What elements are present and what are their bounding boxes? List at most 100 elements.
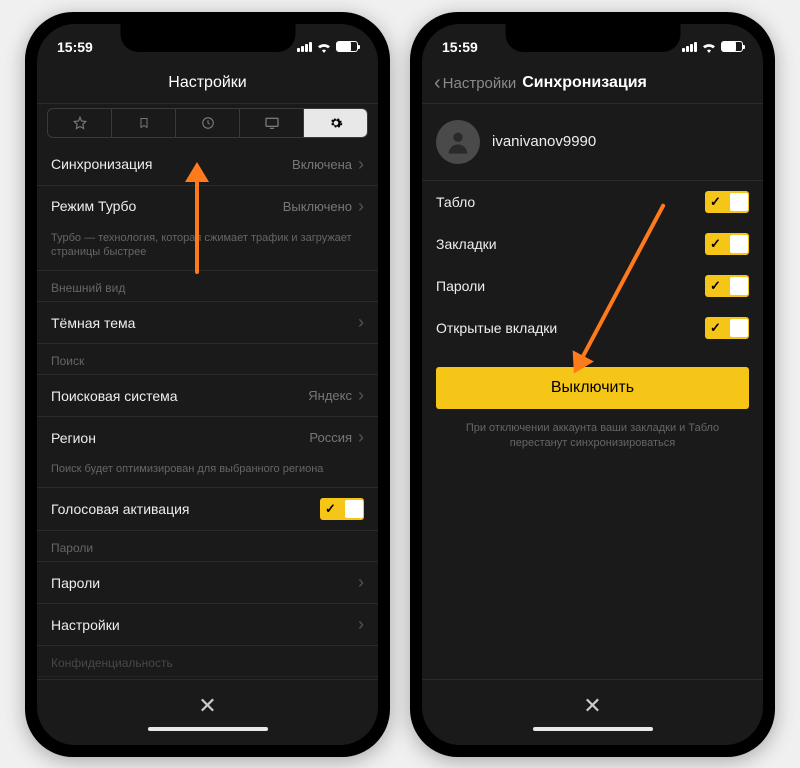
tabs-toggle[interactable]: ✓ <box>705 317 749 339</box>
disable-note: При отключении аккаунта ваши закладки и … <box>422 421 763 452</box>
clock-icon <box>201 116 215 130</box>
row-voice-activation[interactable]: Голосовая активация ✓ <box>37 488 378 531</box>
wifi-icon <box>316 41 332 53</box>
search-description: Поиск будет оптимизирован для выбранного… <box>37 458 378 488</box>
check-icon: ✓ <box>710 194 721 210</box>
row-value: Яндекс› <box>308 385 364 406</box>
tab-devices[interactable] <box>240 109 304 137</box>
row-passwords: Пароли ✓ <box>422 265 763 307</box>
status-indicators <box>682 41 743 53</box>
disable-button[interactable]: Выключить <box>436 367 749 409</box>
home-indicator[interactable] <box>533 727 653 731</box>
chevron-right-icon: › <box>358 196 364 217</box>
row-label: Табло <box>436 194 475 210</box>
screen-left: 15:59 Настройки <box>37 24 378 745</box>
tab-settings[interactable] <box>304 109 367 137</box>
row-label: Настройки <box>51 617 120 633</box>
bookmark-icon <box>138 116 150 130</box>
row-dark-theme[interactable]: Тёмная тема › <box>37 302 378 344</box>
tablo-toggle[interactable]: ✓ <box>705 191 749 213</box>
star-icon <box>73 116 87 130</box>
toggle-knob <box>730 277 748 295</box>
home-indicator[interactable] <box>148 727 268 731</box>
annotation-arrow-up <box>195 164 199 274</box>
close-button[interactable]: ✕ <box>583 693 601 719</box>
chevron-right-icon: › <box>358 385 364 406</box>
row-label: Тёмная тема <box>51 315 135 331</box>
turbo-description: Турбо — технология, которая сжимает траф… <box>37 227 378 272</box>
tab-history[interactable] <box>176 109 240 137</box>
section-appearance: Внешний вид <box>37 271 378 302</box>
section-search: Поиск <box>37 344 378 375</box>
username: ivanivanov9990 <box>492 133 596 150</box>
chevron-right-icon: › <box>358 427 364 448</box>
check-icon: ✓ <box>710 236 721 252</box>
row-accessory: › <box>358 312 364 333</box>
tab-favorites[interactable] <box>48 109 112 137</box>
passwords-toggle[interactable]: ✓ <box>705 275 749 297</box>
person-icon <box>444 128 472 156</box>
row-accessory: › <box>358 614 364 635</box>
toggle-knob <box>730 319 748 337</box>
chevron-left-icon: ‹ <box>434 73 441 93</box>
battery-icon <box>336 41 358 52</box>
status-indicators <box>297 41 358 53</box>
chevron-right-icon: › <box>358 614 364 635</box>
nav-header: ‹Настройки Синхронизация <box>422 64 763 104</box>
tab-bookmarks[interactable] <box>112 109 176 137</box>
toggle-knob <box>730 193 748 211</box>
row-value: Россия› <box>309 427 364 448</box>
phone-right: 15:59 ‹Настройки Синхронизация ivanivano… <box>410 12 775 757</box>
cellular-icon <box>682 42 697 52</box>
notch <box>120 24 295 52</box>
phone-left: 15:59 Настройки <box>25 12 390 757</box>
wifi-icon <box>701 41 717 53</box>
cellular-icon <box>297 42 312 52</box>
status-time: 15:59 <box>442 39 478 55</box>
notch <box>505 24 680 52</box>
row-label: Режим Турбо <box>51 198 136 214</box>
chevron-right-icon: › <box>358 154 364 175</box>
row-label: Поисковая система <box>51 388 178 404</box>
bottom-bar: ✕ <box>422 679 763 745</box>
row-bookmarks: Закладки ✓ <box>422 223 763 265</box>
chevron-right-icon: › <box>358 572 364 593</box>
row-value: Включена› <box>292 154 364 175</box>
back-button[interactable]: ‹Настройки <box>434 73 516 93</box>
page-title: Синхронизация <box>522 74 647 92</box>
gear-icon <box>329 116 343 130</box>
avatar <box>436 120 480 164</box>
toggle-knob <box>345 500 363 518</box>
row-settings[interactable]: Настройки › <box>37 604 378 646</box>
close-button[interactable]: ✕ <box>198 693 216 719</box>
row-label: Регион <box>51 430 96 446</box>
check-icon: ✓ <box>325 501 336 517</box>
row-label: Пароли <box>436 278 485 294</box>
row-label: Открытые вкладки <box>436 320 557 336</box>
battery-icon <box>721 41 743 52</box>
voice-toggle[interactable]: ✓ <box>320 498 364 520</box>
settings-list[interactable]: Синхронизация Включена› Режим Турбо Выкл… <box>37 144 378 679</box>
section-passwords: Пароли <box>37 531 378 562</box>
bottom-bar: ✕ <box>37 679 378 745</box>
row-region[interactable]: Регион Россия› <box>37 417 378 458</box>
chevron-right-icon: › <box>358 312 364 333</box>
row-search-engine[interactable]: Поисковая система Яндекс› <box>37 375 378 417</box>
row-label: Пароли <box>51 575 100 591</box>
screen-right: 15:59 ‹Настройки Синхронизация ivanivano… <box>422 24 763 745</box>
page-title: Настройки <box>168 74 246 92</box>
row-value: Выключено› <box>283 196 364 217</box>
row-label: Закладки <box>436 236 497 252</box>
row-tablo: Табло ✓ <box>422 181 763 223</box>
row-label: Синхронизация <box>51 156 152 172</box>
row-label: Голосовая активация <box>51 501 190 517</box>
section-privacy: Конфиденциальность <box>37 646 378 677</box>
bookmarks-toggle[interactable]: ✓ <box>705 233 749 255</box>
monitor-icon <box>264 116 280 130</box>
row-passwords[interactable]: Пароли › <box>37 562 378 604</box>
check-icon: ✓ <box>710 320 721 336</box>
row-accessory: › <box>358 572 364 593</box>
user-row[interactable]: ivanivanov9990 <box>422 104 763 181</box>
status-time: 15:59 <box>57 39 93 55</box>
row-turbo[interactable]: Режим Турбо Выключено› <box>37 186 378 227</box>
